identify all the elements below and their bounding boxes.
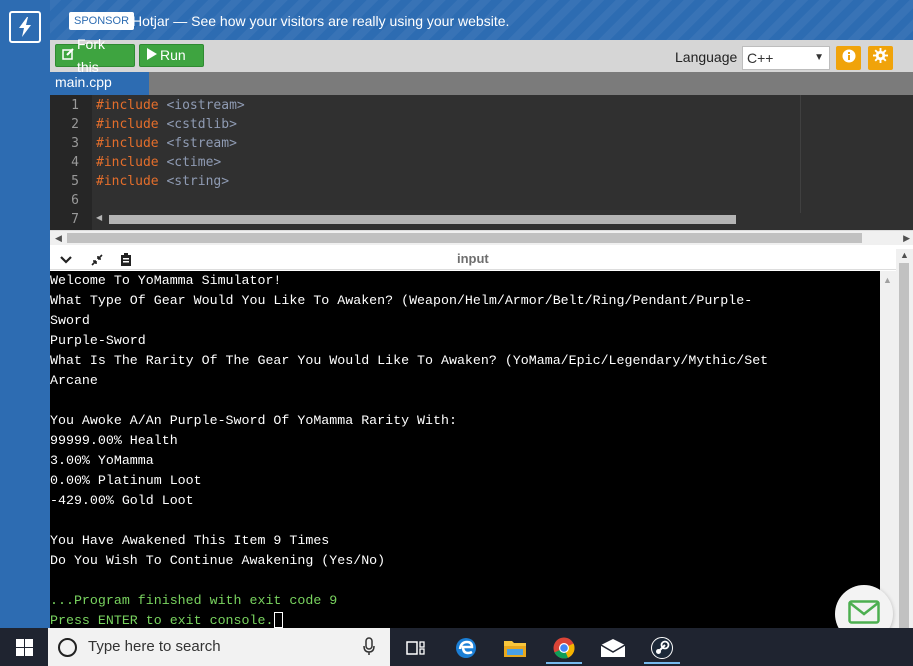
code-header: <ctime> bbox=[158, 155, 222, 170]
scroll-left-arrow-icon[interactable]: ◀ bbox=[96, 213, 102, 222]
taskbar: Type here to search bbox=[0, 628, 913, 666]
exit-code-line: ...Program finished with exit code 9 bbox=[50, 593, 338, 608]
code-line: #include <cstdlib> bbox=[96, 117, 237, 132]
console-header: input bbox=[50, 249, 913, 270]
file-tabs: main.cpp bbox=[50, 72, 913, 95]
play-icon bbox=[146, 44, 157, 67]
line-number: 3 bbox=[71, 136, 79, 151]
code-line: #include <fstream> bbox=[96, 136, 237, 151]
console-line: Sword bbox=[50, 313, 90, 328]
line-number: 5 bbox=[71, 174, 79, 189]
line-number: 1 bbox=[71, 98, 79, 113]
active-app-indicator bbox=[644, 662, 680, 664]
sidebar bbox=[0, 0, 50, 628]
mail-icon bbox=[848, 599, 880, 629]
line-number: 2 bbox=[71, 117, 79, 132]
console-title: input bbox=[457, 251, 489, 266]
chrome-browser-icon[interactable] bbox=[542, 632, 586, 664]
taskbar-search-placeholder: Type here to search bbox=[88, 638, 221, 655]
console-line: What Type Of Gear Would You Like To Awak… bbox=[50, 293, 753, 308]
taskbar-search-box[interactable]: Type here to search bbox=[48, 628, 390, 666]
console-line: Arcane bbox=[50, 373, 98, 388]
code-keyword: #include bbox=[96, 117, 159, 132]
code-keyword: #include bbox=[96, 155, 159, 170]
tab-main-cpp[interactable]: main.cpp bbox=[50, 72, 149, 95]
code-keyword: #include bbox=[96, 98, 159, 113]
bolt-logo-icon[interactable] bbox=[9, 11, 41, 43]
settings-button[interactable] bbox=[868, 46, 893, 70]
info-icon bbox=[842, 49, 856, 68]
press-enter-text: Press ENTER to exit console. bbox=[50, 613, 274, 628]
info-button[interactable] bbox=[836, 46, 861, 70]
search-icon bbox=[58, 638, 77, 657]
console-output[interactable]: Welcome To YoMamma Simulator! What Type … bbox=[50, 271, 880, 628]
sponsor-badge: SPONSOR bbox=[69, 12, 135, 30]
sponsor-link[interactable]: Hotjar — See how your visitors are reall… bbox=[132, 12, 509, 30]
chevron-down-icon: ▼ bbox=[814, 52, 824, 63]
scroll-left-arrow-icon[interactable]: ◀ bbox=[55, 231, 62, 245]
page-vscroll-thumb[interactable] bbox=[899, 263, 909, 628]
line-number: 7 bbox=[71, 212, 79, 227]
code-editor[interactable]: 1 2 3 4 5 6 7 #include <iostream> #inclu… bbox=[50, 95, 913, 230]
edit-icon bbox=[62, 44, 74, 67]
gear-icon bbox=[873, 48, 888, 68]
editor-horizontal-scrollbar[interactable]: ◀ bbox=[92, 213, 913, 225]
code-line: #include <string> bbox=[96, 174, 229, 189]
code-header: <fstream> bbox=[158, 136, 237, 151]
console-line: You Awoke A/An Purple-Sword Of YoMamma R… bbox=[50, 413, 457, 428]
console-line: 99999.00% Health bbox=[50, 433, 178, 448]
console-line: Do You Wish To Continue Awakening (Yes/N… bbox=[50, 553, 386, 568]
fork-button[interactable]: Fork this bbox=[55, 36, 135, 75]
windows-start-icon[interactable] bbox=[0, 628, 48, 666]
edge-browser-icon[interactable] bbox=[444, 632, 488, 664]
line-number-gutter: 1 2 3 4 5 6 7 bbox=[50, 95, 92, 230]
console-line: Welcome To YoMamma Simulator! bbox=[50, 273, 282, 288]
console-line: You Have Awakened This Item 9 Times bbox=[50, 533, 330, 548]
microphone-icon[interactable] bbox=[363, 637, 375, 661]
run-button-label: Run bbox=[160, 47, 186, 63]
language-select[interactable]: C++ ▼ bbox=[742, 46, 830, 70]
steam-icon[interactable] bbox=[640, 632, 684, 664]
console-line: 0.00% Platinum Loot bbox=[50, 473, 202, 488]
code-line: #include <iostream> bbox=[96, 98, 245, 113]
code-header: <string> bbox=[158, 174, 230, 189]
run-button[interactable]: Run bbox=[139, 44, 204, 67]
task-view-icon[interactable] bbox=[394, 632, 438, 664]
page-vertical-scrollbar[interactable]: ▲ bbox=[896, 249, 913, 628]
collapse-icon[interactable] bbox=[89, 252, 105, 268]
sponsor-bar: SPONSOR Hotjar — See how your visitors a… bbox=[50, 0, 913, 40]
scroll-right-arrow-icon[interactable]: ▶ bbox=[903, 231, 910, 245]
print-margin bbox=[800, 95, 801, 215]
line-number: 4 bbox=[71, 155, 79, 170]
code-line: #include <ctime> bbox=[96, 155, 221, 170]
scroll-up-arrow-icon[interactable]: ▲ bbox=[900, 250, 909, 260]
chevron-down-icon[interactable] bbox=[58, 252, 74, 268]
language-label: Language bbox=[675, 49, 738, 65]
page-scrollbar-thumb[interactable] bbox=[67, 233, 862, 243]
text-cursor bbox=[274, 612, 284, 628]
code-keyword: #include bbox=[96, 136, 159, 151]
page-horizontal-scrollbar[interactable]: ◀ ▶ bbox=[50, 230, 913, 245]
toolbar: Fork this Run Language C++ ▼ bbox=[50, 36, 913, 75]
console-line: 3.00% YoMamma bbox=[50, 453, 154, 468]
console-line: -429.00% Gold Loot bbox=[50, 493, 194, 508]
code-header: <iostream> bbox=[158, 98, 245, 113]
line-number: 6 bbox=[71, 193, 79, 208]
console-line: What Is The Rarity Of The Gear You Would… bbox=[50, 353, 769, 368]
console-line: Purple-Sword bbox=[50, 333, 146, 348]
file-explorer-icon[interactable] bbox=[493, 632, 537, 664]
code-header: <cstdlib> bbox=[158, 117, 237, 132]
active-app-indicator bbox=[546, 662, 582, 664]
mail-app-icon[interactable] bbox=[591, 632, 635, 664]
scroll-up-arrow-icon[interactable]: ▲ bbox=[883, 275, 892, 285]
clipboard-icon[interactable] bbox=[118, 252, 134, 268]
press-enter-line: Press ENTER to exit console. bbox=[50, 611, 284, 628]
console-vertical-scrollbar[interactable]: ▲ bbox=[880, 271, 896, 628]
code-keyword: #include bbox=[96, 174, 159, 189]
language-value: C++ bbox=[747, 50, 774, 66]
editor-scrollbar-thumb[interactable] bbox=[109, 215, 736, 224]
